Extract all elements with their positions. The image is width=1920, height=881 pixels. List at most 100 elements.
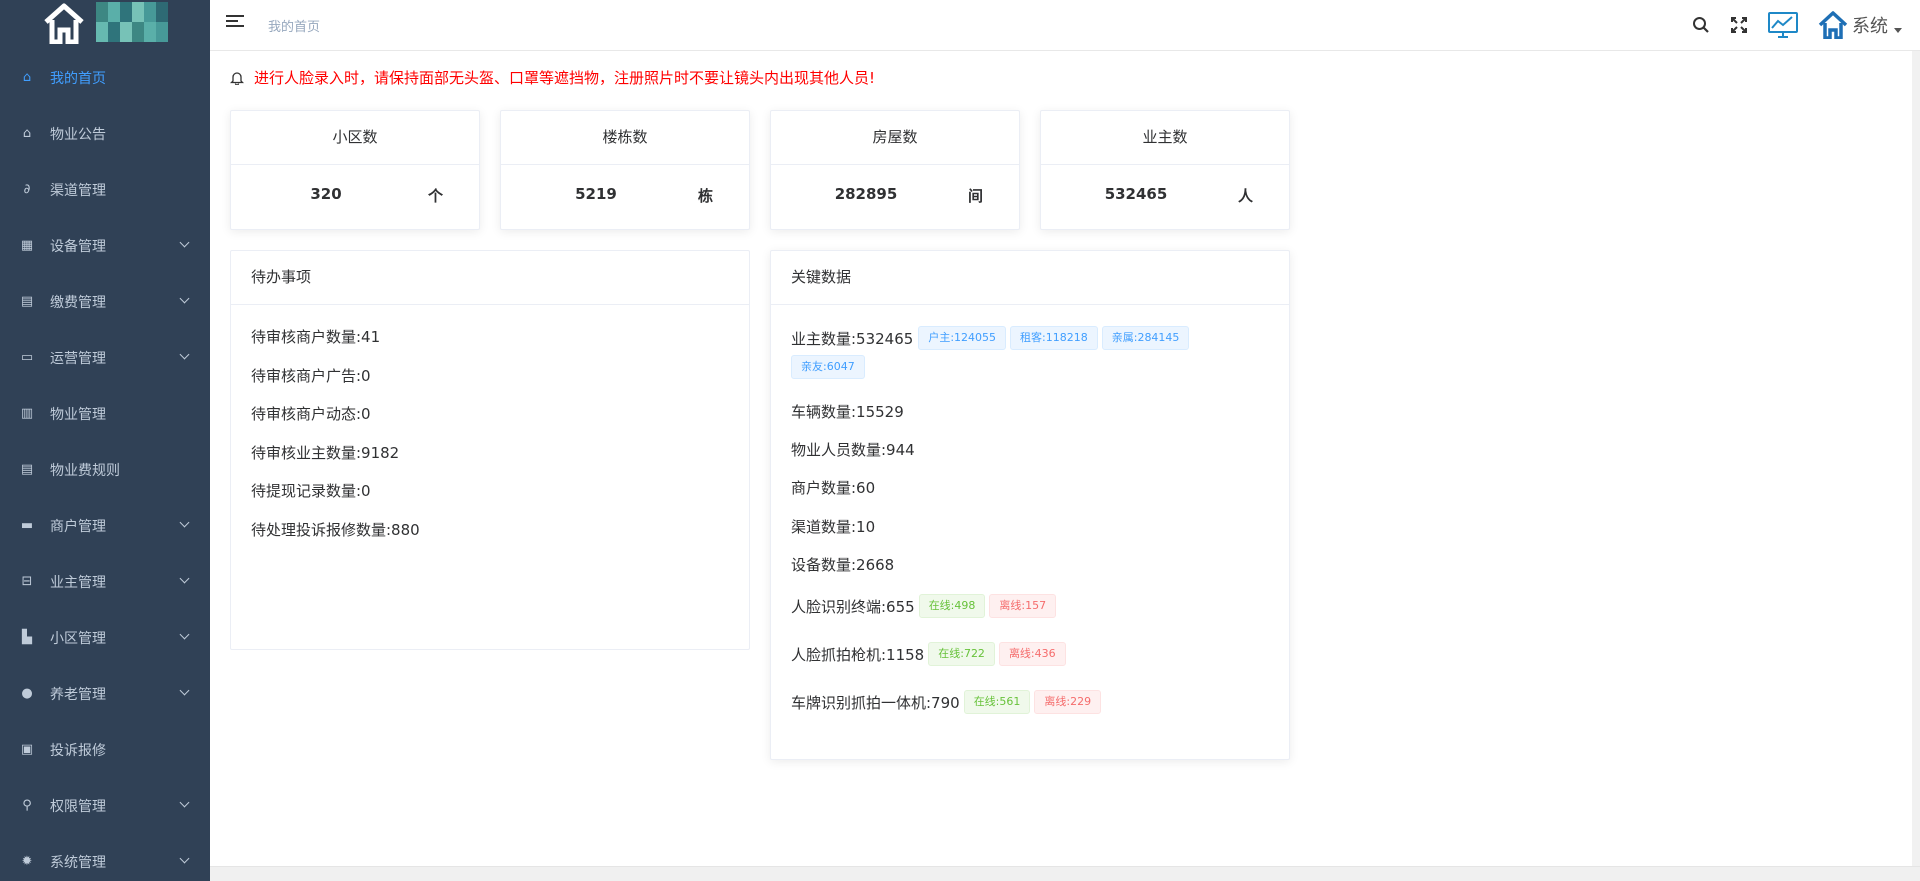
sidebar-item-label: 我的首页 [50,71,106,87]
stat-unit: 间 [967,187,983,205]
owner-tag-tenant: 租客:118218 [1010,326,1098,350]
sidebar-item-1[interactable]: ⌂ 物业公告 [0,106,210,162]
sidebar-item-9[interactable]: ⊟ 业主管理 [0,554,210,610]
header-tools: 系统 [1672,10,1902,40]
notice-icon: ⌂ [22,126,32,141]
chevron-down-icon [179,349,190,360]
building-icon: ▥ [20,406,34,421]
chevron-down-icon [179,517,190,528]
owner-count: 业主数量:532465 [791,329,914,348]
owner-tag-householder: 户主:124055 [918,326,1007,350]
permission-icon: ⚲ [22,798,32,813]
community-icon: ▙ [22,630,32,645]
hamburger-icon[interactable] [226,15,244,31]
plate-camera-count: 车牌识别抓拍一体机:790 [791,693,960,712]
link-icon: ∂ [23,182,31,197]
list-icon: ▤ [20,462,34,477]
monitor-icon: ▭ [20,350,34,365]
bell-icon [230,71,244,85]
todo-item: 待处理投诉报修数量:880 [251,520,420,539]
key-data-title: 关键数据 [771,251,1289,305]
face-camera-offline: 离线:436 [998,642,1066,666]
car-icon: ⊟ [21,574,33,589]
stat-card: 业主数 532465 人 [1040,110,1290,230]
todo-title: 待办事项 [231,251,749,305]
sidebar-item-label: 养老管理 [50,687,106,703]
sidebar-item-13[interactable]: ⚲ 权限管理 [0,778,210,834]
sidebar-item-5[interactable]: ▭ 运营管理 [0,330,210,386]
face-terminal-online: 在线:498 [918,594,986,618]
todo-item: 待审核商户动态:0 [251,405,371,423]
sidebar-item-6[interactable]: ▥ 物业管理 [0,386,210,442]
sidebar-item-12[interactable]: ▣ 投诉报修 [0,722,210,778]
stat-card: 小区数 320 个 [230,110,480,230]
user-icon: ● [21,686,33,701]
todo-item: 待提现记录数量:0 [251,482,371,500]
sidebar-item-label: 运营管理 [50,351,106,367]
sidebar-item-label: 商户管理 [50,519,106,535]
sidebar-item-8[interactable]: ▬ 商户管理 [0,498,210,554]
face-terminal-offline: 离线:157 [989,594,1057,618]
horizontal-scrollbar[interactable] [210,866,1920,881]
sidebar-item-label: 物业公告 [50,127,106,143]
owner-tag-relative: 亲属:284145 [1101,326,1190,350]
vertical-scrollbar[interactable] [1912,51,1920,867]
stat-value: 320 [310,185,342,203]
todo-item: 待审核商户广告:0 [251,366,371,385]
chevron-down-icon [179,629,190,640]
stat-value: 5219 [575,185,617,203]
complaint-icon: ▣ [20,742,34,757]
chevron-down-icon [179,853,190,864]
house-logo-icon [44,3,84,44]
chevron-down-icon [179,293,190,304]
sidebar-item-label: 业主管理 [50,575,106,591]
sidebar-item-label: 物业费规则 [50,463,120,479]
plate-camera-online: 在线:561 [963,690,1031,714]
sidebar-item-label: 权限管理 [50,799,106,815]
stat-unit: 栋 [697,187,713,205]
search-icon[interactable] [1692,16,1710,34]
sidebar-item-label: 小区管理 [50,631,106,647]
sidebar-item-14[interactable]: ✹ 系统管理 [0,834,210,881]
key-data-panel: 关键数据 业主数量:532465 户主:124055 租客:118218 亲属:… [770,250,1290,760]
chevron-down-icon [179,573,190,584]
sidebar-item-3[interactable]: ▦ 设备管理 [0,218,210,274]
sidebar-item-11[interactable]: ● 养老管理 [0,666,210,722]
system-menu[interactable]: 系统 [1818,11,1902,39]
monitor-chart-icon[interactable] [1768,12,1798,38]
logo[interactable] [0,0,210,50]
stat-unit: 个 [427,187,443,205]
system-label: 系统 [1852,16,1888,37]
sidebar-item-label: 系统管理 [50,855,106,871]
sidebar-item-0[interactable]: ⌂ 我的首页 [0,50,210,106]
document-icon: ▤ [20,294,34,309]
house-icon [1818,11,1848,39]
notice-text: 进行人脸录入时，请保持面部无头盔、口罩等遮挡物，注册照片时不要让镜头内出现其他人… [254,69,876,87]
sidebar-item-4[interactable]: ▤ 缴费管理 [0,274,210,330]
face-terminal-count: 人脸识别终端:655 [791,597,915,616]
main-content: 进行人脸录入时，请保持面部无头盔、口罩等遮挡物，注册照片时不要让镜头内出现其他人… [210,51,1920,881]
header: 我的首页 系统 [210,0,1920,51]
sidebar-item-2[interactable]: ∂ 渠道管理 [0,162,210,218]
breadcrumb[interactable]: 我的首页 [268,16,320,35]
device-count: 设备数量:2668 [791,556,895,574]
sidebar-item-label: 投诉报修 [50,743,106,759]
stat-card: 楼栋数 5219 栋 [500,110,750,230]
face-camera-count: 人脸抓拍枪机:1158 [791,645,925,664]
plate-camera-offline: 离线:229 [1034,690,1102,714]
sidebar-item-10[interactable]: ▙ 小区管理 [0,610,210,666]
sidebar-item-label: 物业管理 [50,407,106,423]
chevron-down-icon [1894,27,1902,33]
face-entry-notice: 进行人脸录入时，请保持面部无头盔、口罩等遮挡物，注册照片时不要让镜头内出现其他人… [230,67,875,88]
sidebar-menu: ⌂ 我的首页 ⌂ 物业公告 ∂ 渠道管理 ▦ 设备管理 ▤ 缴费管理 ▭ 运营管理 ▥ 物业管理 ▤ 物业费规… [0,50,210,881]
vehicle-count: 车辆数量:15529 [791,403,904,421]
fullscreen-icon[interactable] [1730,16,1748,34]
stat-title: 业主数 [1041,111,1289,165]
sidebar-item-label: 渠道管理 [50,183,106,199]
todo-panel: 待办事项 待审核商户数量:41 待审核商户广告:0 待审核商户动态:0 待审核业主数量… [230,250,750,650]
chevron-down-icon [179,797,190,808]
sidebar-item-7[interactable]: ▤ 物业费规则 [0,442,210,498]
stat-card: 房屋数 282895 间 [770,110,1020,230]
staff-count: 物业人员数量:944 [791,441,915,459]
logo-image [96,2,168,42]
